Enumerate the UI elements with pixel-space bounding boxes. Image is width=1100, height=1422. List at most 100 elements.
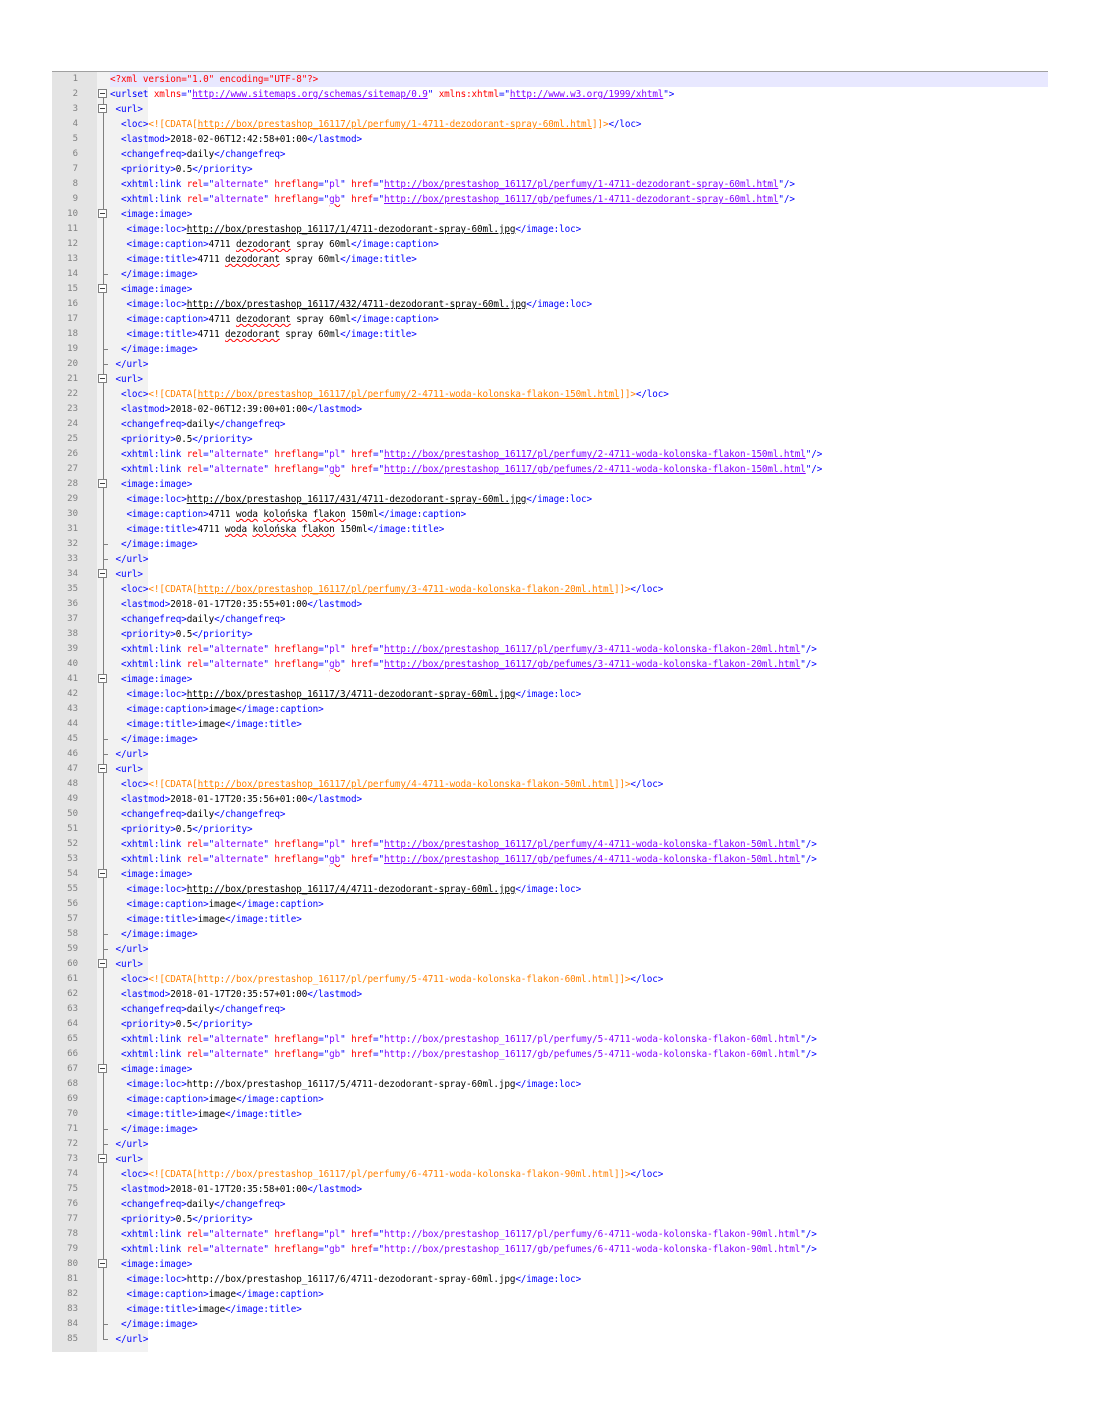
code-line[interactable]: 35 <loc><![CDATA[http://box/prestashop_1… — [52, 582, 1048, 597]
code-line[interactable]: 34 <url> — [52, 567, 1048, 582]
fold-toggle-icon[interactable] — [98, 672, 109, 687]
code-line[interactable]: 1 <?xml version="1.0" encoding="UTF-8"?> — [52, 72, 1048, 87]
fold-toggle-icon[interactable] — [98, 957, 109, 972]
code-line[interactable]: 19 </image:image> — [52, 342, 1048, 357]
code-line[interactable]: 76 <changefreq>daily</changefreq> — [52, 1197, 1048, 1212]
code-line[interactable]: 48 <loc><![CDATA[http://box/prestashop_1… — [52, 777, 1048, 792]
code-line[interactable]: 42 <image:loc>http://box/prestashop_1611… — [52, 687, 1048, 702]
code-line[interactable]: 26 <xhtml:link rel="alternate" hreflang=… — [52, 447, 1048, 462]
code-line[interactable]: 27 <xhtml:link rel="alternate" hreflang=… — [52, 462, 1048, 477]
code-line[interactable]: 22 <loc><![CDATA[http://box/prestashop_1… — [52, 387, 1048, 402]
code-line[interactable]: 59 </url> — [52, 942, 1048, 957]
code-line[interactable]: 9 <xhtml:link rel="alternate" hreflang="… — [52, 192, 1048, 207]
code-line[interactable]: 12 <image:caption>4711 dezodorant spray … — [52, 237, 1048, 252]
code-line[interactable]: 18 <image:title>4711 dezodorant spray 60… — [52, 327, 1048, 342]
code-line[interactable]: 63 <changefreq>daily</changefreq> — [52, 1002, 1048, 1017]
code-line[interactable]: 57 <image:title>image</image:title> — [52, 912, 1048, 927]
code-line[interactable]: 2 <urlset xmlns="http://www.sitemaps.org/… — [52, 87, 1048, 102]
code-line[interactable]: 40 <xhtml:link rel="alternate" hreflang=… — [52, 657, 1048, 672]
code-line[interactable]: 85 </url> — [52, 1332, 1048, 1347]
code-line[interactable]: 51 <priority>0.5</priority> — [52, 822, 1048, 837]
code-line[interactable]: 78 <xhtml:link rel="alternate" hreflang=… — [52, 1227, 1048, 1242]
code-line[interactable]: 38 <priority>0.5</priority> — [52, 627, 1048, 642]
code-line[interactable]: 17 <image:caption>4711 dezodorant spray … — [52, 312, 1048, 327]
code-line[interactable]: 60 <url> — [52, 957, 1048, 972]
code-line[interactable]: 55 <image:loc>http://box/prestashop_1611… — [52, 882, 1048, 897]
fold-toggle-icon[interactable] — [98, 1062, 109, 1077]
code-line[interactable]: 37 <changefreq>daily</changefreq> — [52, 612, 1048, 627]
code-line[interactable]: 6 <changefreq>daily</changefreq> — [52, 147, 1048, 162]
code-line[interactable]: 5 <lastmod>2018-02-06T12:42:58+01:00</la… — [52, 132, 1048, 147]
code-line[interactable]: 46 </url> — [52, 747, 1048, 762]
fold-toggle-icon[interactable] — [98, 87, 109, 102]
code-line[interactable]: 61 <loc><![CDATA[http://box/prestashop_1… — [52, 972, 1048, 987]
code-line[interactable]: 28 <image:image> — [52, 477, 1048, 492]
code-line[interactable]: 50 <changefreq>daily</changefreq> — [52, 807, 1048, 822]
fold-toggle-icon[interactable] — [98, 207, 109, 222]
code-line[interactable]: 23 <lastmod>2018-02-06T12:39:00+01:00</l… — [52, 402, 1048, 417]
code-line[interactable]: 71 </image:image> — [52, 1122, 1048, 1137]
code-line[interactable]: 54 <image:image> — [52, 867, 1048, 882]
code-line[interactable]: 84 </image:image> — [52, 1317, 1048, 1332]
code-line[interactable]: 15 <image:image> — [52, 282, 1048, 297]
fold-toggle-icon[interactable] — [98, 762, 109, 777]
code-line[interactable]: 64 <priority>0.5</priority> — [52, 1017, 1048, 1032]
code-line[interactable]: 62 <lastmod>2018-01-17T20:35:57+01:00</l… — [52, 987, 1048, 1002]
code-line[interactable]: 20 </url> — [52, 357, 1048, 372]
code-line[interactable]: 3 <url> — [52, 102, 1048, 117]
code-line[interactable]: 10 <image:image> — [52, 207, 1048, 222]
fold-toggle-icon[interactable] — [98, 282, 109, 297]
code-line[interactable]: 66 <xhtml:link rel="alternate" hreflang=… — [52, 1047, 1048, 1062]
code-line[interactable]: 36 <lastmod>2018-01-17T20:35:55+01:00</l… — [52, 597, 1048, 612]
code-line[interactable]: 41 <image:image> — [52, 672, 1048, 687]
code-line[interactable]: 70 <image:title>image</image:title> — [52, 1107, 1048, 1122]
code-line[interactable]: 52 <xhtml:link rel="alternate" hreflang=… — [52, 837, 1048, 852]
code-line[interactable]: 49 <lastmod>2018-01-17T20:35:56+01:00</l… — [52, 792, 1048, 807]
code-line[interactable]: 25 <priority>0.5</priority> — [52, 432, 1048, 447]
code-line[interactable]: 58 </image:image> — [52, 927, 1048, 942]
code-line[interactable]: 73 <url> — [52, 1152, 1048, 1167]
fold-toggle-icon[interactable] — [98, 1257, 109, 1272]
code-line[interactable]: 24 <changefreq>daily</changefreq> — [52, 417, 1048, 432]
code-line[interactable]: 68 <image:loc>http://box/prestashop_1611… — [52, 1077, 1048, 1092]
code-line[interactable]: 13 <image:title>4711 dezodorant spray 60… — [52, 252, 1048, 267]
fold-toggle-icon[interactable] — [98, 477, 109, 492]
code-line[interactable]: 16 <image:loc>http://box/prestashop_1611… — [52, 297, 1048, 312]
code-line[interactable]: 75 <lastmod>2018-01-17T20:35:58+01:00</l… — [52, 1182, 1048, 1197]
code-line[interactable]: 8 <xhtml:link rel="alternate" hreflang="… — [52, 177, 1048, 192]
code-line[interactable]: 65 <xhtml:link rel="alternate" hreflang=… — [52, 1032, 1048, 1047]
code-line[interactable]: 44 <image:title>image</image:title> — [52, 717, 1048, 732]
code-line[interactable]: 80 <image:image> — [52, 1257, 1048, 1272]
code-line[interactable]: 83 <image:title>image</image:title> — [52, 1302, 1048, 1317]
code-line[interactable]: 81 <image:loc>http://box/prestashop_1611… — [52, 1272, 1048, 1287]
code-line[interactable]: 53 <xhtml:link rel="alternate" hreflang=… — [52, 852, 1048, 867]
code-line[interactable]: 82 <image:caption>image</image:caption> — [52, 1287, 1048, 1302]
code-line[interactable]: 77 <priority>0.5</priority> — [52, 1212, 1048, 1227]
fold-toggle-icon[interactable] — [98, 372, 109, 387]
code-line[interactable]: 14 </image:image> — [52, 267, 1048, 282]
fold-toggle-icon[interactable] — [98, 102, 109, 117]
code-line[interactable]: 72 </url> — [52, 1137, 1048, 1152]
code-line[interactable]: 4 <loc><![CDATA[http://box/prestashop_16… — [52, 117, 1048, 132]
code-line[interactable]: 33 </url> — [52, 552, 1048, 567]
code-line[interactable]: 43 <image:caption>image</image:caption> — [52, 702, 1048, 717]
code-line[interactable]: 67 <image:image> — [52, 1062, 1048, 1077]
code-line[interactable]: 47 <url> — [52, 762, 1048, 777]
code-line[interactable]: 39 <xhtml:link rel="alternate" hreflang=… — [52, 642, 1048, 657]
fold-toggle-icon[interactable] — [98, 1152, 109, 1167]
code-line[interactable]: 21 <url> — [52, 372, 1048, 387]
code-line[interactable]: 32 </image:image> — [52, 537, 1048, 552]
code-line[interactable]: 56 <image:caption>image</image:caption> — [52, 897, 1048, 912]
fold-toggle-icon[interactable] — [98, 867, 109, 882]
code-line[interactable]: 69 <image:caption>image</image:caption> — [52, 1092, 1048, 1107]
code-line[interactable]: 79 <xhtml:link rel="alternate" hreflang=… — [52, 1242, 1048, 1257]
code-line[interactable]: 45 </image:image> — [52, 732, 1048, 747]
xml-editor[interactable]: 1 <?xml version="1.0" encoding="UTF-8"?> 2… — [52, 71, 1048, 1352]
code-line[interactable]: 31 <image:title>4711 woda kolońska flako… — [52, 522, 1048, 537]
code-line[interactable]: 30 <image:caption>4711 woda kolońska fla… — [52, 507, 1048, 522]
code-line[interactable]: 11 <image:loc>http://box/prestashop_1611… — [52, 222, 1048, 237]
code-line[interactable]: 74 <loc><![CDATA[http://box/prestashop_1… — [52, 1167, 1048, 1182]
code-line[interactable]: 7 <priority>0.5</priority> — [52, 162, 1048, 177]
fold-toggle-icon[interactable] — [98, 567, 109, 582]
code-line[interactable]: 29 <image:loc>http://box/prestashop_1611… — [52, 492, 1048, 507]
